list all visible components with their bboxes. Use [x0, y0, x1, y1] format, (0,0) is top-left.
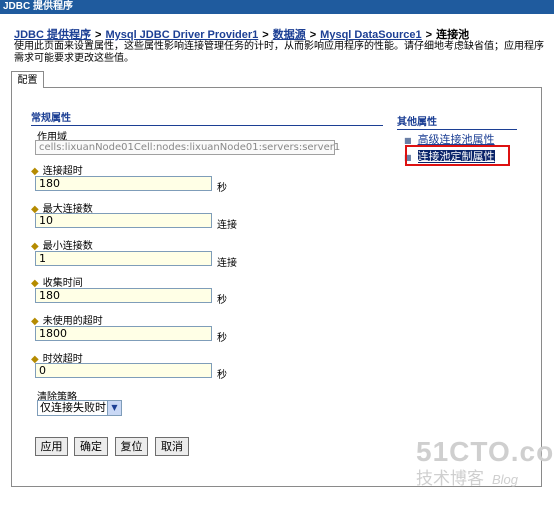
watermark: 51CTO.com 技术博客Blog	[416, 436, 554, 496]
breadcrumb-separator: >	[309, 29, 317, 41]
breadcrumb: JDBC 提供程序 > Mysql JDBC Driver Provider1 > 数据…	[14, 26, 469, 42]
min-connections-label: ◆ 最小连接数	[31, 241, 93, 252]
highlight-box	[405, 145, 510, 166]
general-properties-title: 常规属性	[31, 109, 383, 126]
breadcrumb-provider[interactable]: Mysql JDBC Driver Provider1	[105, 29, 258, 41]
breadcrumb-current: 连接池	[436, 29, 470, 41]
aged-timeout-input[interactable]: 0	[35, 363, 212, 378]
cancel-button[interactable]: 取消	[155, 437, 189, 456]
other-properties-title: 其他属性	[397, 113, 517, 130]
connection-timeout-unit: 秒	[217, 183, 227, 194]
breadcrumb-separator: >	[95, 29, 102, 41]
breadcrumb-separator: >	[262, 29, 269, 41]
connection-timeout-label: ◆ 连接超时	[31, 166, 83, 177]
unused-timeout-label: ◆ 未使用的超时	[31, 316, 103, 327]
apply-button[interactable]: 应用	[35, 437, 68, 456]
reap-time-label: ◆ 收集时间	[31, 278, 83, 289]
purge-policy-value: 仅连接失败时	[40, 401, 106, 414]
reap-time-input[interactable]: 180	[35, 288, 212, 303]
min-connections-input[interactable]: 1	[35, 251, 212, 266]
scope-field: cells:lixuanNode01Cell:nodes:lixuanNode0…	[35, 140, 340, 155]
ok-button[interactable]: 确定	[74, 437, 108, 456]
chevron-down-icon[interactable]: ▼	[107, 401, 121, 415]
breadcrumb-datasource[interactable]: Mysql DataSource1	[320, 29, 421, 41]
window-title: JDBC 提供程序	[0, 0, 554, 14]
max-connections-input[interactable]: 10	[35, 213, 212, 228]
bullet-icon: ■	[404, 135, 412, 145]
breadcrumb-datasources[interactable]: 数据源	[273, 29, 306, 41]
unused-timeout-input[interactable]: 1800	[35, 326, 212, 341]
unused-timeout-unit: 秒	[217, 333, 227, 344]
page-description: 使用此页面来设置属性，这些属性影响连接管理任务的计时，从而影响应用程序的性能。请…	[14, 41, 544, 64]
min-connections-unit: 连接	[217, 258, 237, 269]
reset-button[interactable]: 复位	[115, 437, 148, 456]
breadcrumb-jdbc-providers[interactable]: JDBC 提供程序	[14, 29, 91, 41]
reap-time-unit: 秒	[217, 295, 227, 306]
connection-timeout-input[interactable]: 180	[35, 176, 212, 191]
tab-configuration[interactable]: 配置	[11, 71, 44, 88]
breadcrumb-separator: >	[425, 29, 433, 41]
aged-timeout-unit: 秒	[217, 370, 227, 381]
purge-policy-select[interactable]: 仅连接失败时 ▼	[37, 400, 122, 416]
max-connections-unit: 连接	[217, 220, 237, 231]
